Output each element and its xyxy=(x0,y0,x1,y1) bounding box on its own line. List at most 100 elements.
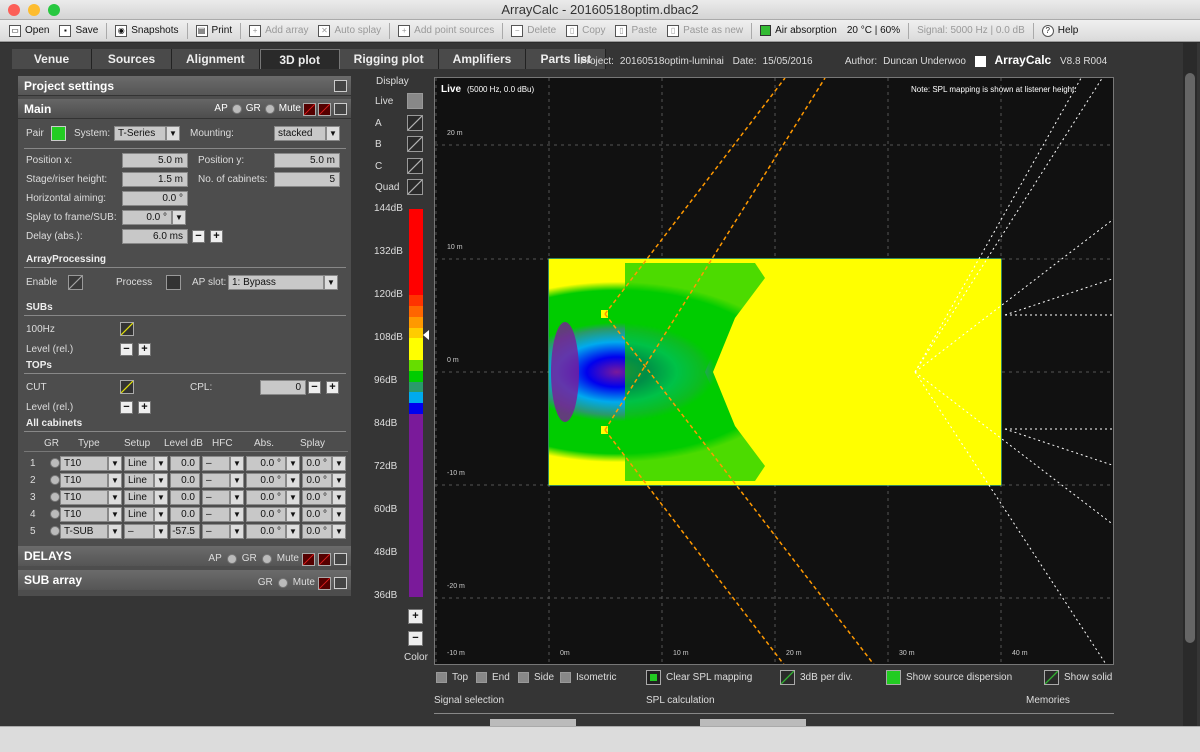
chevron-down-icon[interactable]: ▼ xyxy=(108,456,122,471)
auto-splay-button[interactable]: ✕ Auto splay xyxy=(313,21,386,41)
cabinet-splay-field[interactable]: 0.0 ° xyxy=(302,490,332,505)
print-button[interactable]: ▤ Print xyxy=(191,21,238,41)
ap-radio[interactable] xyxy=(231,104,242,114)
cpl-minus-button[interactable]: − xyxy=(308,381,321,394)
cabinet-level-field[interactable]: 0.0 xyxy=(170,456,200,471)
tops-level-plus-button[interactable]: + xyxy=(138,401,151,414)
chevron-down-icon[interactable]: ▼ xyxy=(154,473,168,488)
spl-color-scale[interactable] xyxy=(409,209,423,598)
cabinet-splay-field[interactable]: 0.0 ° xyxy=(302,507,332,522)
chevron-down-icon[interactable]: ▼ xyxy=(108,524,122,539)
cpl-plus-button[interactable]: + xyxy=(326,381,339,394)
tab-sources[interactable]: Sources xyxy=(92,49,172,69)
subs-100hz-toggle[interactable] xyxy=(120,322,134,336)
chevron-down-icon[interactable]: ▼ xyxy=(286,507,300,522)
copy-button[interactable]: ▯ Copy xyxy=(561,21,610,41)
position-x-field[interactable]: 5.0 m xyxy=(122,153,188,168)
add-array-button[interactable]: + Add array xyxy=(244,21,313,41)
subs-level-plus-button[interactable]: + xyxy=(138,343,151,356)
ap-slot-select[interactable]: 1: Bypass xyxy=(228,275,324,290)
cabinet-splay-field[interactable]: 0.0 ° xyxy=(302,456,332,471)
snapshots-button[interactable]: ◉ Snapshots xyxy=(110,21,183,41)
chevron-down-icon[interactable]: ▼ xyxy=(172,210,186,225)
pair-checkbox[interactable] xyxy=(51,126,66,141)
tab-alignment[interactable]: Alignment xyxy=(172,49,260,69)
show-source-dispersion-toggle[interactable]: Show source dispersion xyxy=(886,670,1012,685)
scale-plus-button[interactable]: + xyxy=(408,609,423,624)
add-point-sources-button[interactable]: + Add point sources xyxy=(393,21,499,41)
cabinet-setup-select[interactable]: Line xyxy=(124,490,154,505)
paste-as-new-button[interactable]: ▯ Paste as new xyxy=(662,21,748,41)
collapse-icon[interactable] xyxy=(334,103,347,115)
cabinet-type-select[interactable]: T10 xyxy=(60,507,108,522)
view-isometric-button[interactable]: Isometric xyxy=(560,672,617,683)
db-per-div-button[interactable]: 3dB per div. xyxy=(780,670,853,685)
cabinet-hfc-select[interactable]: – xyxy=(202,473,230,488)
close-window-button[interactable] xyxy=(8,4,20,16)
scale-pointer-icon[interactable] xyxy=(423,330,429,340)
chevron-down-icon[interactable]: ▼ xyxy=(154,456,168,471)
cabinet-setup-select[interactable]: Line xyxy=(124,507,154,522)
chevron-down-icon[interactable]: ▼ xyxy=(154,490,168,505)
show-solid-toggle[interactable]: Show solid xyxy=(1044,670,1112,685)
gr-radio[interactable] xyxy=(264,104,275,114)
cabinet-abs-field[interactable]: 0.0 ° xyxy=(246,507,286,522)
clear-spl-button[interactable]: Clear SPL mapping xyxy=(646,670,752,685)
delays-header[interactable]: DELAYS AP GR Mute xyxy=(18,546,351,566)
chevron-down-icon[interactable]: ▼ xyxy=(332,507,346,522)
chevron-down-icon[interactable]: ▼ xyxy=(332,473,346,488)
paste-button[interactable]: ▯ Paste xyxy=(610,21,662,41)
delay-minus-button[interactable]: − xyxy=(192,230,205,243)
display-a-button[interactable] xyxy=(407,115,423,131)
main-array-header[interactable]: Main AP GR Mute xyxy=(18,99,351,119)
chevron-down-icon[interactable]: ▼ xyxy=(108,490,122,505)
mute-toggle-icon[interactable] xyxy=(303,102,316,116)
help-button[interactable]: ? Help xyxy=(1037,21,1084,41)
delays-mute-icon[interactable] xyxy=(302,552,315,566)
cabinet-hfc-select[interactable]: – xyxy=(202,456,230,471)
cabinet-gr-radio[interactable] xyxy=(50,475,60,485)
project-settings-header[interactable]: Project settings xyxy=(18,76,351,96)
cabinets-field[interactable]: 5 xyxy=(274,172,340,187)
delete-button[interactable]: − Delete xyxy=(506,21,561,41)
cabinet-level-field[interactable]: 0.0 xyxy=(170,507,200,522)
spl-plot[interactable]: Live (5000 Hz, 0.0 dBu) Note: SPL mappin… xyxy=(434,77,1114,665)
view-end-button[interactable]: End xyxy=(476,672,510,683)
spl-calculation-field[interactable] xyxy=(700,719,806,726)
chevron-down-icon[interactable]: ▼ xyxy=(230,524,244,539)
cabinet-abs-field[interactable]: 0.0 ° xyxy=(246,473,286,488)
open-button[interactable]: ▭ Open xyxy=(4,21,54,41)
chevron-down-icon[interactable]: ▼ xyxy=(326,126,340,141)
cabinet-splay-field[interactable]: 0.0 ° xyxy=(302,473,332,488)
sub-array-header[interactable]: SUB array GR Mute xyxy=(18,570,351,590)
collapse-icon[interactable] xyxy=(334,577,347,589)
zoom-window-button[interactable] xyxy=(48,4,60,16)
scrollbar-thumb[interactable] xyxy=(1185,73,1195,643)
cabinet-hfc-select[interactable]: – xyxy=(202,507,230,522)
save-button[interactable]: ▪ Save xyxy=(54,21,103,41)
tab-3d-plot[interactable]: 3D plot xyxy=(259,49,340,69)
chevron-down-icon[interactable]: ▼ xyxy=(286,473,300,488)
cabinet-hfc-select[interactable]: – xyxy=(202,490,230,505)
cabinet-gr-radio[interactable] xyxy=(50,509,60,519)
subs-level-minus-button[interactable]: − xyxy=(120,343,133,356)
chevron-down-icon[interactable]: ▼ xyxy=(108,507,122,522)
cabinet-level-field[interactable]: 0.0 xyxy=(170,473,200,488)
chevron-down-icon[interactable]: ▼ xyxy=(332,490,346,505)
minimize-window-button[interactable] xyxy=(28,4,40,16)
delays-gr-radio[interactable] xyxy=(261,554,272,564)
cabinet-hfc-select[interactable]: – xyxy=(202,524,230,539)
chevron-down-icon[interactable]: ▼ xyxy=(230,473,244,488)
cabinet-splay-field[interactable]: 0.0 ° xyxy=(302,524,332,539)
chevron-down-icon[interactable]: ▼ xyxy=(230,456,244,471)
mute-toggle-2-icon[interactable] xyxy=(318,102,331,116)
tops-cut-toggle[interactable] xyxy=(120,380,134,394)
scale-minus-button[interactable]: − xyxy=(408,631,423,646)
air-conditions[interactable]: 20 °C | 60% xyxy=(842,21,905,41)
ap-enable-checkbox[interactable] xyxy=(68,275,83,290)
stage-height-field[interactable]: 1.5 m xyxy=(122,172,188,187)
cabinet-abs-field[interactable]: 0.0 ° xyxy=(246,456,286,471)
air-absorption-toggle[interactable]: Air absorption xyxy=(755,21,842,41)
signal-selection-field[interactable] xyxy=(490,719,576,726)
display-quad-button[interactable] xyxy=(407,179,423,195)
